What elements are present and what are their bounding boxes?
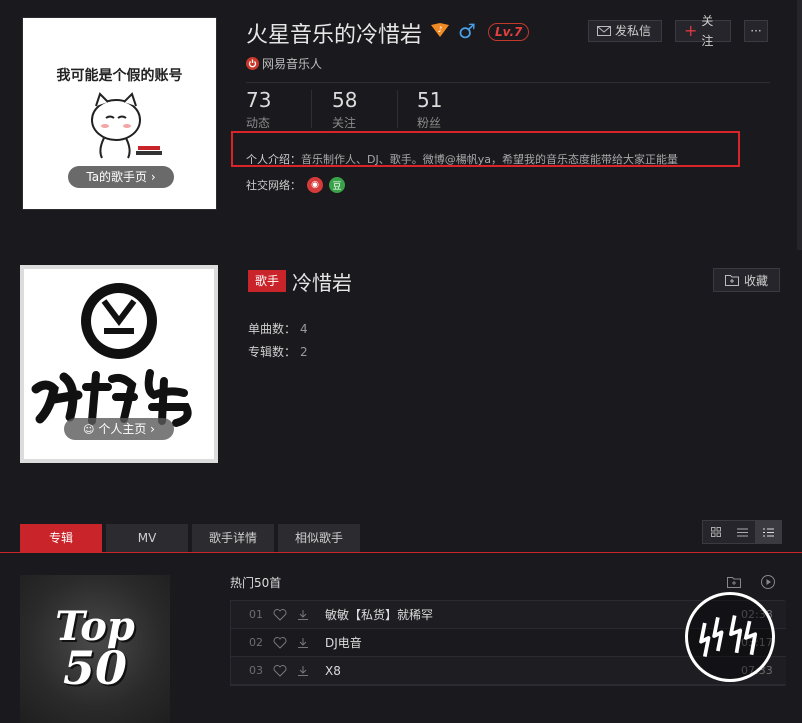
singles-value: 4: [300, 322, 308, 336]
grid-view-button[interactable]: [703, 521, 729, 543]
download-icon[interactable]: [297, 609, 309, 621]
stat-value: 58: [332, 88, 358, 112]
tab-bar-underline: [0, 552, 802, 553]
more-icon: ···: [750, 24, 762, 38]
divider: [246, 82, 770, 83]
albums-count: 专辑数： 2: [248, 343, 308, 360]
grid-icon: [711, 527, 721, 537]
albums-value: 2: [300, 345, 308, 359]
song-title: 敏敏【私货】就稀罕: [325, 608, 434, 622]
albums-label: 专辑数：: [248, 345, 297, 359]
detail-list-icon: [762, 528, 774, 536]
cover-title-line2: 50: [62, 641, 127, 695]
music-badge-icon: ♪: [431, 23, 449, 37]
collect-label: 收藏: [743, 273, 768, 288]
stat-label: 粉丝: [417, 116, 442, 130]
heart-icon[interactable]: [273, 608, 287, 621]
social-network: 社交网络： ◉ 豆: [246, 177, 345, 193]
svg-text:♪: ♪: [437, 25, 442, 34]
song-number: 02: [249, 636, 263, 649]
song-number: 03: [249, 664, 263, 677]
musician-label: 网易音乐人: [262, 57, 323, 71]
stat-posts[interactable]: 73 动态: [246, 88, 271, 131]
level-badge: Lv.7: [488, 23, 530, 41]
social-label: 社交网络：: [246, 179, 301, 192]
top50-cover[interactable]: Top 50: [20, 575, 170, 723]
stat-followers[interactable]: 51 粉丝: [417, 88, 442, 131]
male-gender-icon: ♂: [458, 19, 476, 43]
folder-add-icon: [724, 275, 739, 286]
send-message-label: 发私信: [615, 24, 652, 38]
tab-mv[interactable]: MV: [106, 524, 188, 552]
download-icon[interactable]: [297, 665, 309, 677]
artist-name: 冷惜岩: [292, 271, 352, 295]
singles-label: 单曲数：: [248, 322, 297, 336]
detail-view-button[interactable]: [755, 521, 781, 543]
heart-icon[interactable]: [273, 664, 287, 677]
singer-page-link[interactable]: Ta的歌手页 ›: [68, 166, 174, 188]
intro-text: 音乐制作人、DJ、歌手。微博@楊帆ya，希望我的音乐态度能带给大家正能量: [301, 153, 678, 166]
follow-label: 关注: [701, 14, 714, 48]
download-icon[interactable]: [297, 637, 309, 649]
tab-albums[interactable]: 专辑: [20, 524, 102, 552]
scrollbar[interactable]: [797, 0, 802, 250]
stat-label: 关注: [332, 116, 357, 130]
personal-page-link[interactable]: ☺ 个人主页 ›: [64, 418, 174, 440]
user-name: 火星音乐的冷惜岩: [246, 23, 423, 48]
weibo-icon[interactable]: ◉: [307, 177, 323, 193]
heart-icon[interactable]: [273, 636, 287, 649]
tab-artist-details[interactable]: 歌手详情: [192, 524, 274, 552]
intro-label: 个人介绍：: [246, 153, 301, 166]
tab-similar-artists[interactable]: 相似歌手: [278, 524, 360, 552]
send-message-button[interactable]: 发私信: [588, 20, 662, 42]
stat-following[interactable]: 58 关注: [332, 88, 357, 131]
stat-divider: [397, 90, 398, 128]
envelope-icon: [597, 26, 611, 36]
play-all-icon[interactable]: [760, 574, 776, 590]
song-number: 01: [249, 608, 263, 621]
plus-icon: +: [684, 21, 698, 40]
song-title: X8: [325, 663, 341, 678]
follow-button[interactable]: + 关注: [675, 14, 731, 48]
artist-tag: 歌手: [248, 270, 286, 292]
power-icon: [246, 57, 259, 70]
avatar-caption: 我可能是个假的账号: [56, 68, 183, 84]
personal-page-label: 个人主页 ›: [98, 422, 155, 436]
singles-count: 单曲数： 4: [248, 320, 308, 337]
stat-value: 51: [417, 88, 443, 112]
artist-avatar[interactable]: ☺ 个人主页 ›: [20, 265, 218, 463]
view-mode-switch: [702, 520, 782, 544]
collect-button[interactable]: 收藏: [713, 268, 780, 292]
list-icon: [736, 528, 748, 536]
douban-icon[interactable]: 豆: [329, 177, 345, 193]
stat-label: 动态: [246, 116, 271, 130]
cartoon-cat-image: [91, 92, 162, 159]
user-avatar[interactable]: 我可能是个假的账号 Ta的歌手页 ›: [22, 17, 217, 210]
song-title: DJ电音: [325, 636, 362, 650]
stat-divider: [311, 90, 312, 128]
list-view-button[interactable]: [729, 521, 755, 543]
watermark-logo-icon: [685, 592, 775, 682]
stat-value: 73: [246, 88, 272, 112]
hot-songs-title: 热门50首: [230, 576, 282, 590]
intro: 个人介绍：音乐制作人、DJ、歌手。微博@楊帆ya，希望我的音乐态度能带给大家正能…: [246, 151, 678, 167]
add-to-folder-icon[interactable]: [726, 574, 742, 590]
user-icon: ☺: [83, 423, 95, 436]
musician-tag[interactable]: 网易音乐人: [246, 55, 322, 72]
more-button[interactable]: ···: [744, 20, 768, 42]
